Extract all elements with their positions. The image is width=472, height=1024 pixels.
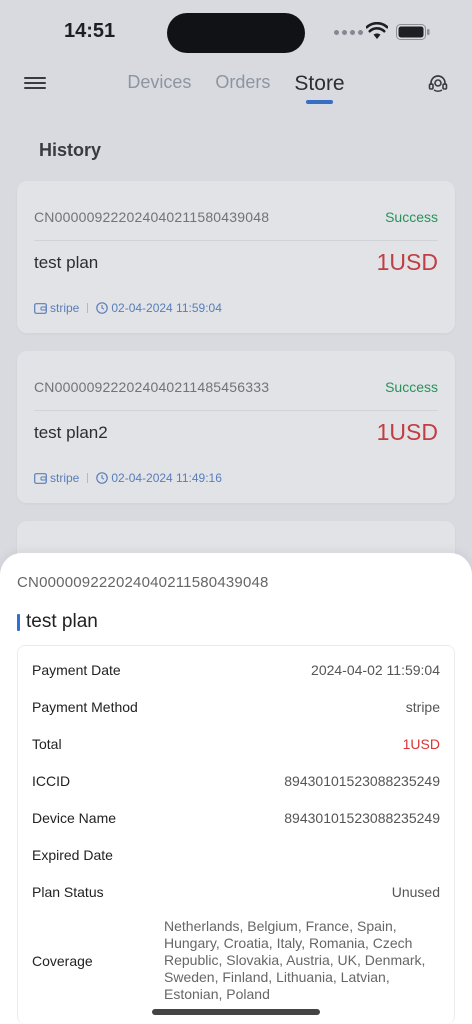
detail-label: Expired Date: [32, 847, 113, 863]
detail-row: ICCID 89430101523088235249: [32, 773, 440, 789]
detail-list: Payment Date 2024-04-02 11:59:04 Payment…: [17, 645, 455, 1024]
detail-value: 89430101523088235249: [284, 810, 440, 826]
detail-row: Payment Date 2024-04-02 11:59:04: [32, 662, 440, 678]
detail-row: Device Name 89430101523088235249: [32, 810, 440, 826]
detail-row: Total 1USD: [32, 736, 440, 752]
detail-label: Device Name: [32, 810, 117, 826]
screen: 14:51 Devices Orders Store History CN000…: [0, 0, 472, 1024]
detail-value: 1USD: [402, 736, 440, 752]
detail-row: Plan Status Unused: [32, 884, 440, 900]
coverage-row: Coverage Netherlands, Belgium, France, S…: [32, 918, 440, 1003]
coverage-value: Netherlands, Belgium, France, Spain, Hun…: [164, 918, 426, 1002]
detail-label: Payment Method: [32, 699, 138, 715]
detail-value: stripe: [405, 699, 440, 715]
sheet-plan-name: test plan: [17, 611, 98, 633]
detail-value: 2024-04-02 11:59:04: [311, 662, 440, 678]
detail-value: Unused: [391, 884, 440, 900]
coverage-label: Coverage: [32, 952, 93, 969]
detail-label: Plan Status: [32, 884, 104, 900]
detail-label: ICCID: [32, 773, 71, 789]
home-indicator[interactable]: [152, 1009, 320, 1015]
sheet-order-number: CN000009222024040211580439048: [17, 574, 269, 591]
order-detail-sheet: CN000009222024040211580439048 test plan …: [0, 553, 472, 1024]
detail-label: Total: [32, 736, 62, 752]
detail-label: Payment Date: [32, 662, 121, 678]
detail-row: Payment Method stripe: [32, 699, 440, 715]
detail-value: 89430101523088235249: [284, 773, 440, 789]
detail-row: Expired Date: [32, 847, 440, 863]
